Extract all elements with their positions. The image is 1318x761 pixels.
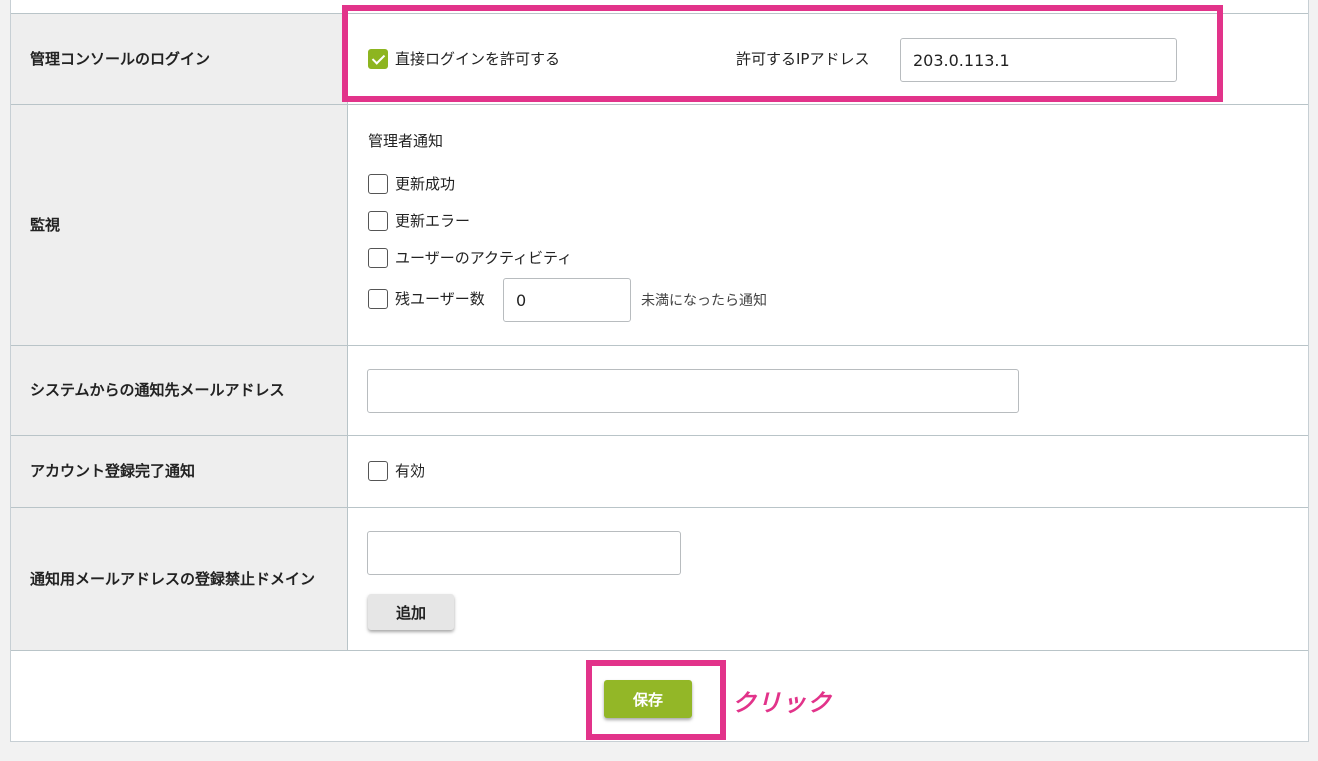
admin-notify-title: 管理者通知 [368,132,444,150]
row-content: 管理者通知 更新成功 更新エラー ユーザーのアクティビティ 残ユーザー数 0 未… [348,105,1308,345]
account-registration-checkbox[interactable] [368,460,388,481]
remaining-users-checkbox[interactable] [368,288,388,309]
notify-user-activity[interactable]: ユーザーのアクティビティ [368,247,572,268]
notify-update-success[interactable]: 更新成功 [368,173,455,194]
enabled-label: 有効 [395,462,426,480]
row-content: 有効 [348,436,1308,507]
option-label: 更新成功 [395,175,456,193]
remaining-users-input[interactable]: 0 [503,278,631,322]
option-label: ユーザーのアクティビティ [395,249,573,267]
option-label: 更新エラー [395,212,471,230]
row-system-email: システムからの通知先メールアドレス [11,345,1308,435]
row-monitoring: 監視 管理者通知 更新成功 更新エラー ユーザーのアクティビティ 残ユーザー数 … [11,104,1308,345]
row-account-registration: アカウント登録完了通知 有効 [11,435,1308,507]
option-label: 残ユーザー数 [395,290,485,308]
update-success-checkbox[interactable] [368,173,388,194]
highlight-console-login [342,5,1223,102]
row-content [348,346,1308,435]
row-label: アカウント登録完了通知 [11,436,348,507]
system-email-input[interactable] [367,369,1019,413]
row-label: 管理コンソールのログイン [11,14,348,104]
row-content: 追加 [348,508,1308,650]
update-error-checkbox[interactable] [368,210,388,231]
account-registration-option[interactable]: 有効 [368,460,425,481]
banned-domain-input[interactable] [367,531,681,575]
click-annotation: クリック [732,689,832,717]
row-label: 通知用メールアドレスの登録禁止ドメイン [11,508,348,650]
user-activity-checkbox[interactable] [368,247,388,268]
notify-update-error[interactable]: 更新エラー [368,210,470,231]
add-domain-button[interactable]: 追加 [368,594,454,630]
row-label: 監視 [11,105,348,345]
row-banned-domains: 通知用メールアドレスの登録禁止ドメイン 追加 [11,507,1308,651]
remaining-users-value: 0 [516,290,527,310]
notify-remaining-users[interactable]: 残ユーザー数 [368,288,485,309]
highlight-save-button [586,660,726,740]
remaining-users-suffix: 未満になったら通知 [641,293,767,309]
row-label: システムからの通知先メールアドレス [11,346,348,435]
settings-panel: 管理コンソールのログイン 直接ログインを許可する 許可するIPアドレス 203.… [10,0,1309,742]
